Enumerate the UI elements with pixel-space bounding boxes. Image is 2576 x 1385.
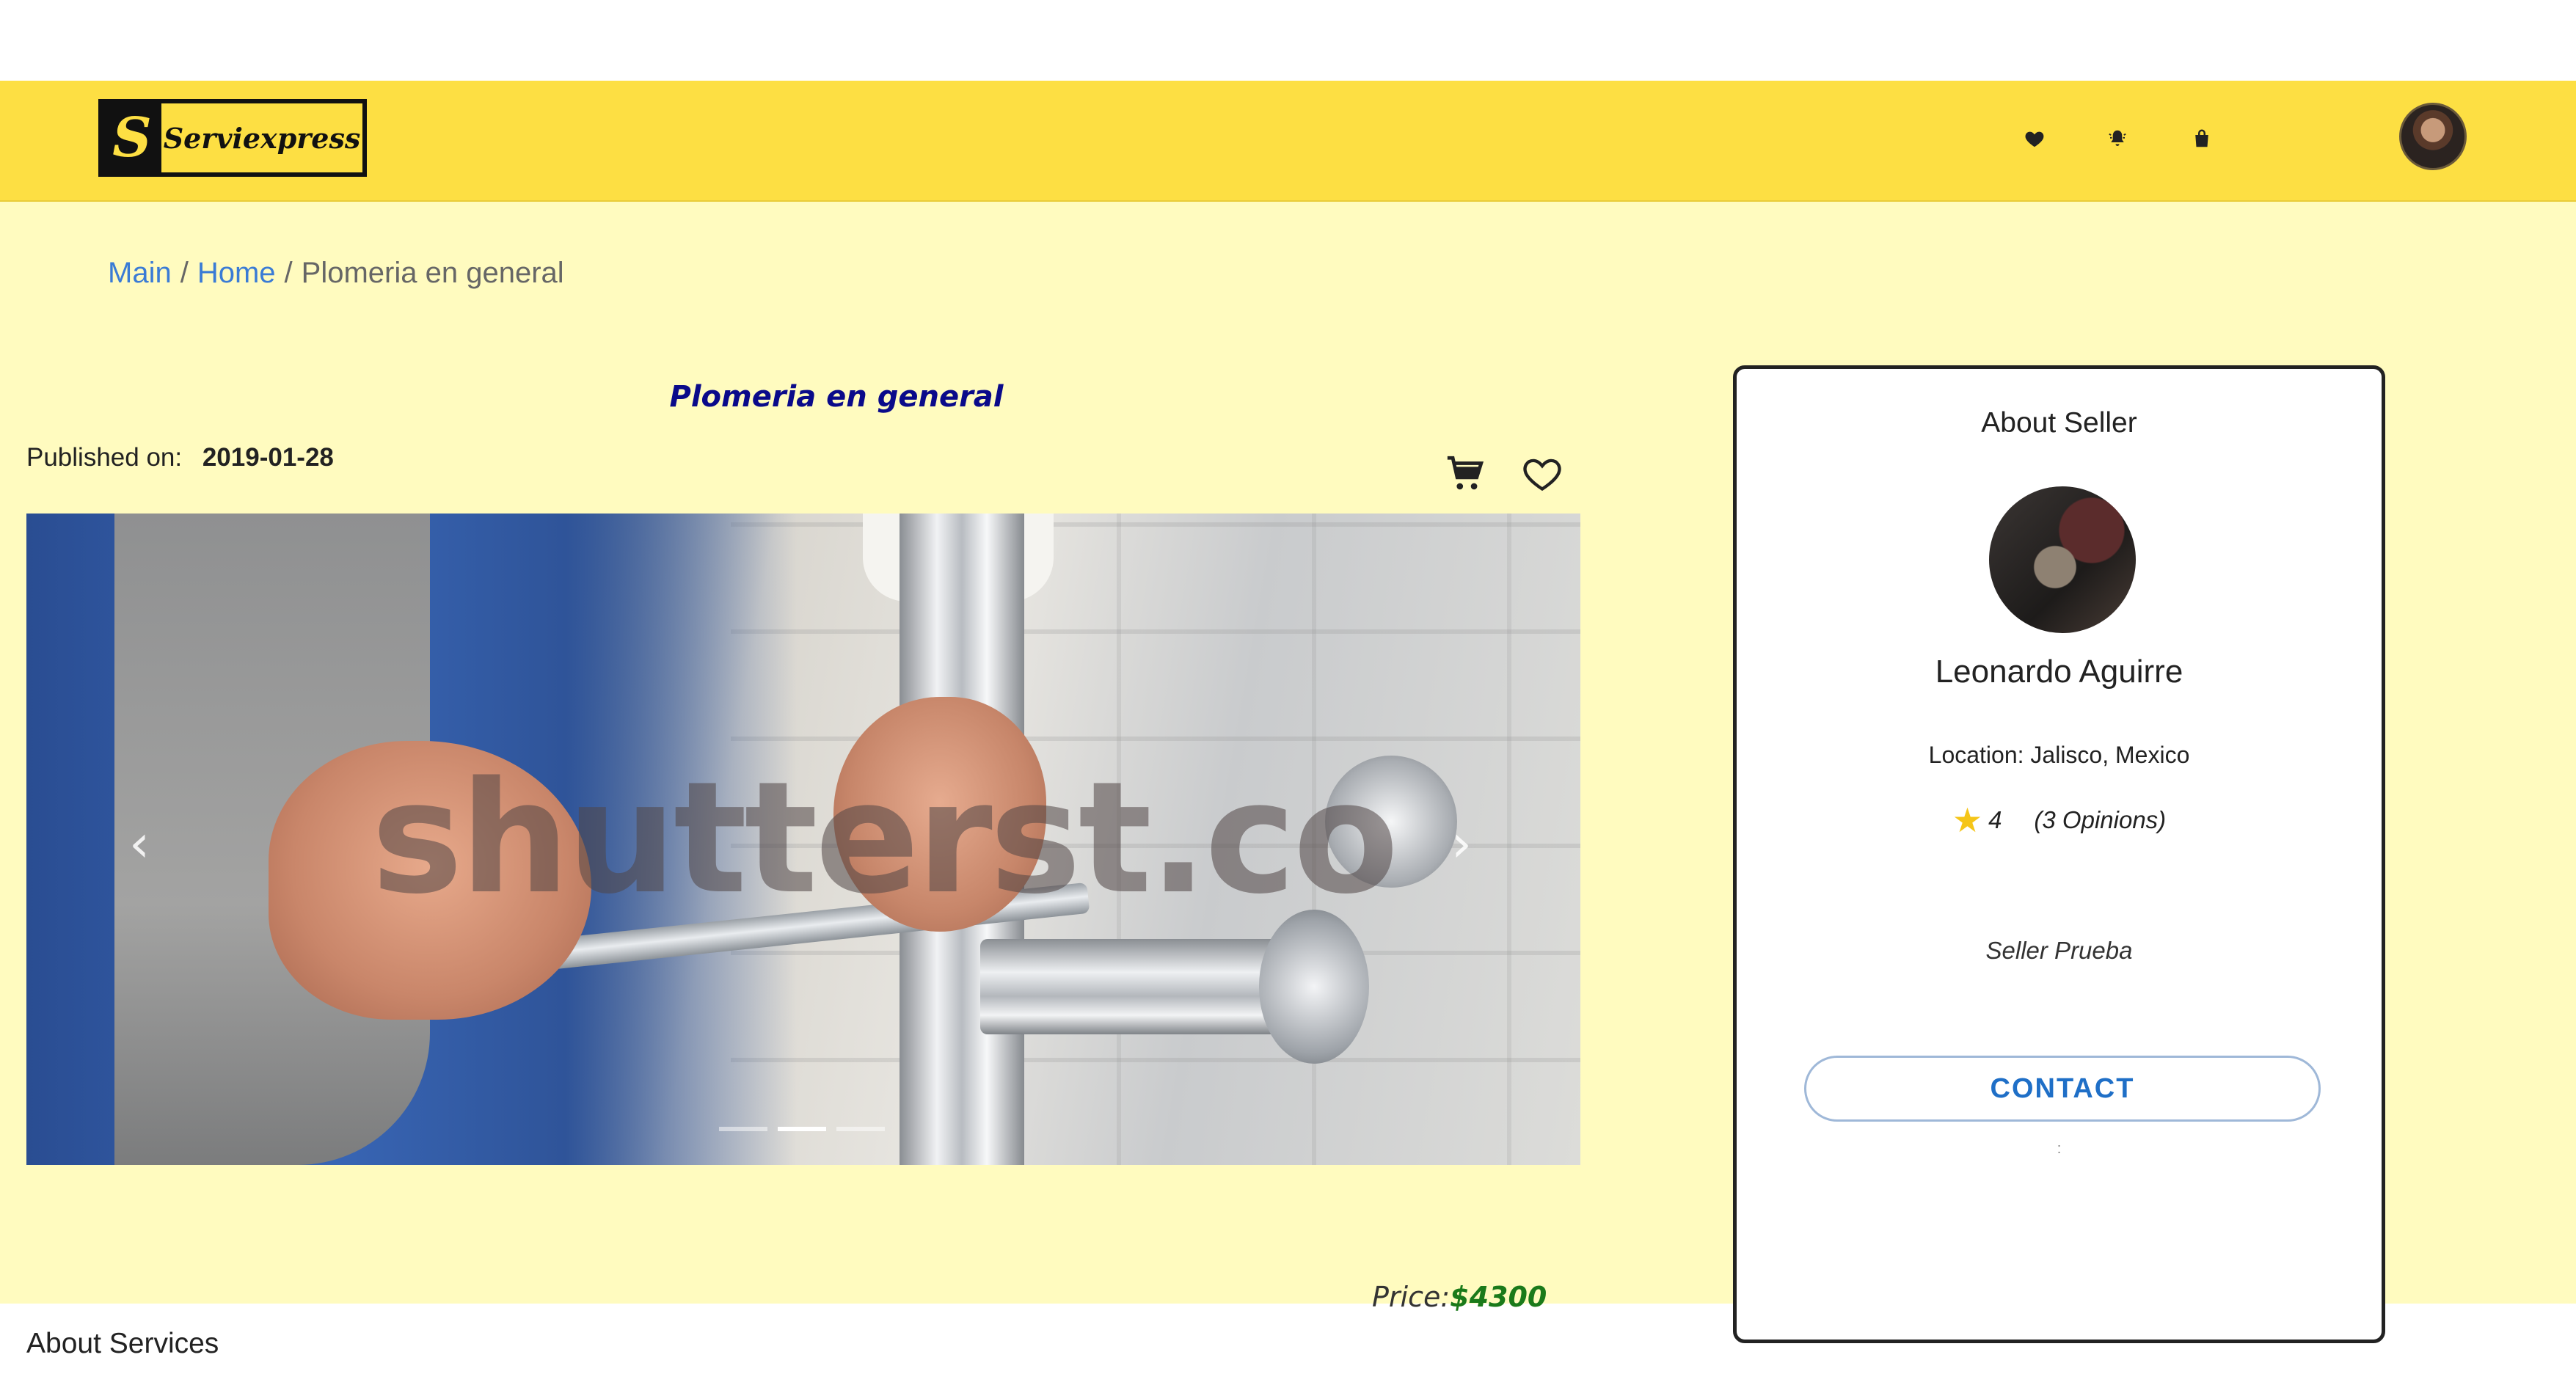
favorite-heart-icon[interactable] bbox=[1519, 451, 1565, 497]
brand-logo[interactable]: S Serviexpress bbox=[98, 99, 367, 177]
carousel-indicator-active[interactable] bbox=[778, 1127, 826, 1131]
rating-value: 4 bbox=[1988, 806, 2002, 833]
tiny-mark: : bbox=[2057, 1141, 2062, 1157]
image-watermark: shutterst.co bbox=[371, 748, 1399, 928]
published-date: 2019-01-28 bbox=[202, 443, 334, 472]
seller-description: Seller Prueba bbox=[1985, 937, 2133, 964]
about-services-heading: About Services bbox=[26, 1328, 219, 1359]
page-frame: S Serviexpress Main / Home / Plomeria en… bbox=[0, 81, 2576, 1359]
service-title: Plomeria en general bbox=[669, 380, 1004, 414]
opinions-count[interactable]: (3 Opinions) bbox=[2034, 806, 2166, 834]
breadcrumb-home-link[interactable]: Home bbox=[197, 257, 276, 290]
carousel-image-pipe-horizontal bbox=[980, 939, 1296, 1034]
price: Price:$4300 bbox=[1372, 1281, 1547, 1313]
seller-heading: About Seller bbox=[1981, 407, 2137, 439]
carousel-indicator[interactable] bbox=[836, 1127, 885, 1131]
carousel-next-arrow[interactable]: › bbox=[1432, 807, 1491, 880]
carousel-indicator[interactable] bbox=[719, 1127, 767, 1131]
seller-card: About Seller Leonardo Aguirre Location: … bbox=[1733, 365, 2385, 1343]
breadcrumb-current: Plomeria en general bbox=[301, 257, 564, 289]
carousel-prev-arrow[interactable]: ‹ bbox=[110, 807, 169, 880]
price-value: $4300 bbox=[1450, 1281, 1547, 1313]
carousel-image-flange bbox=[1259, 910, 1369, 1064]
star-icon: ★ bbox=[1952, 801, 1983, 839]
breadcrumb-main-link[interactable]: Main bbox=[108, 257, 172, 290]
breadcrumb: Main / Home / Plomeria en general bbox=[108, 257, 564, 290]
breadcrumb-separator: / bbox=[180, 257, 189, 289]
logo-mark: S bbox=[112, 106, 152, 169]
heart-icon[interactable] bbox=[2022, 126, 2047, 151]
image-carousel[interactable]: shutterst.co ‹ › bbox=[26, 514, 1580, 1165]
bell-icon[interactable] bbox=[2105, 126, 2130, 151]
logo-text: Serviexpress bbox=[161, 103, 362, 172]
published-label: Published on: bbox=[26, 443, 183, 472]
cart-icon[interactable] bbox=[1442, 451, 1488, 497]
seller-avatar[interactable] bbox=[1989, 486, 2136, 633]
contact-button[interactable]: CONTACT bbox=[1804, 1056, 2321, 1122]
seller-location: Location: Jalisco, Mexico bbox=[1928, 742, 2190, 768]
published-info: Published on: 2019-01-28 bbox=[26, 443, 334, 472]
price-label: Price: bbox=[1372, 1281, 1451, 1313]
user-avatar[interactable] bbox=[2399, 103, 2467, 170]
carousel-indicators bbox=[719, 1127, 885, 1131]
breadcrumb-separator: / bbox=[284, 257, 293, 289]
seller-name[interactable]: Leonardo Aguirre bbox=[1737, 654, 2382, 690]
seller-rating: ★ 4 (3 Opinions) bbox=[1737, 800, 2382, 840]
top-header: S Serviexpress bbox=[0, 81, 2576, 202]
bag-icon[interactable] bbox=[2189, 126, 2214, 151]
